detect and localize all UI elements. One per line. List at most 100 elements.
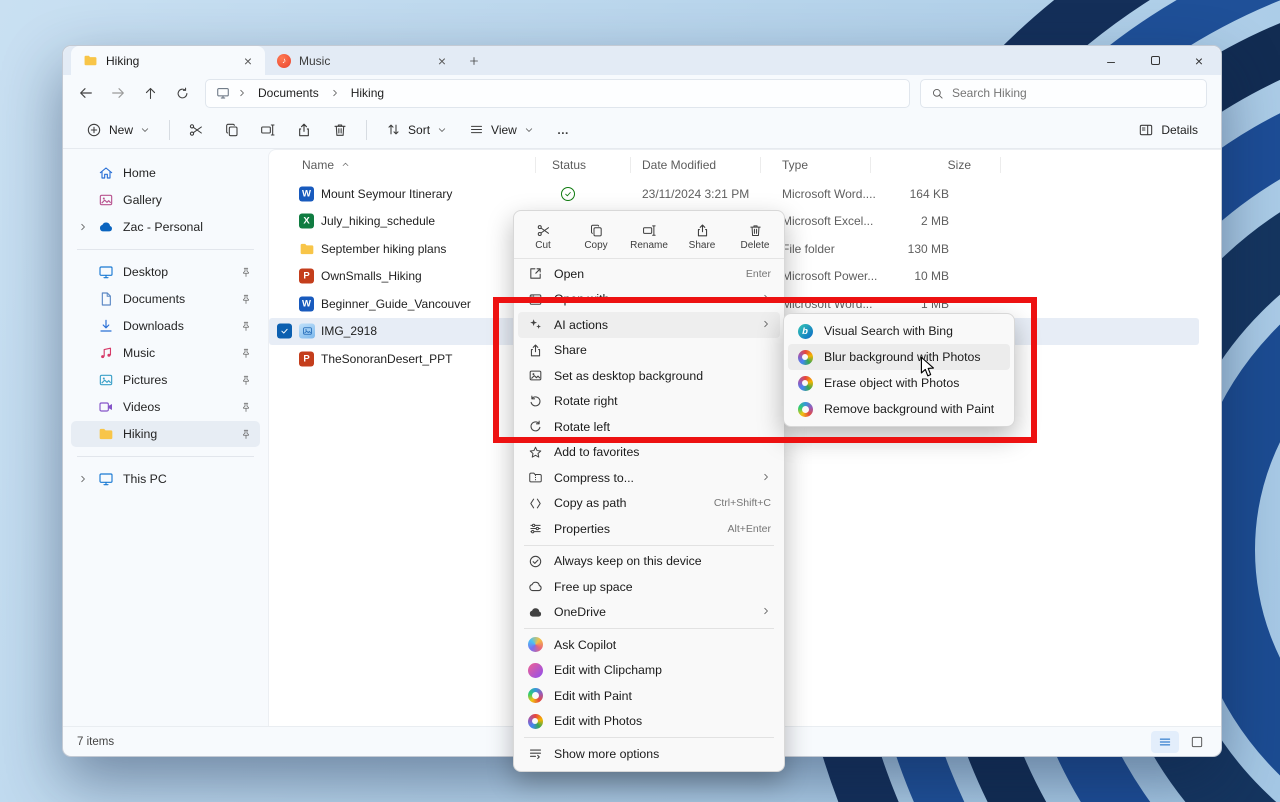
monitor-icon <box>98 264 114 280</box>
tab-music[interactable]: ♪ Music × <box>265 46 459 75</box>
breadcrumb-hiking[interactable]: Hiking <box>347 84 388 102</box>
breadcrumb[interactable]: Documents Hiking <box>205 79 910 108</box>
sidebar-item-videos[interactable]: Videos <box>71 394 260 420</box>
sort-button[interactable]: Sort <box>377 115 456 145</box>
sidebar-item-hiking[interactable]: Hiking <box>71 421 260 447</box>
menu-item-edit-with-clipchamp[interactable]: Edit with Clipchamp <box>518 658 780 684</box>
menu-item-free-up-space[interactable]: Free up space <box>518 574 780 600</box>
tab-label: Hiking <box>106 54 139 68</box>
file-size: 130 MB <box>839 242 949 256</box>
copy-button[interactable]: Copy <box>572 217 620 257</box>
open-icon <box>528 266 543 281</box>
desktop: Hiking × ♪ Music × – × <box>0 0 1280 802</box>
new-button[interactable]: New <box>77 115 159 145</box>
file-row[interactable]: W Mount Seymour Itinerary 23/11/2024 3:2… <box>269 180 1199 208</box>
column-header-date-modified[interactable]: Date Modified <box>642 158 716 172</box>
share-icon <box>296 122 312 138</box>
column-header-name[interactable]: Name <box>302 158 334 172</box>
checked-checkbox[interactable] <box>277 324 292 339</box>
menu-item-onedrive[interactable]: OneDrive <box>518 600 780 626</box>
cut-button[interactable] <box>180 115 212 145</box>
sidebar-item-this-pc[interactable]: This PC <box>71 466 260 492</box>
word-file-icon: W <box>299 296 314 311</box>
share-button[interactable] <box>288 115 320 145</box>
menu-item-properties[interactable]: Properties Alt+Enter <box>518 516 780 542</box>
tab-close-icon[interactable]: × <box>239 53 257 69</box>
menu-item-edit-with-paint[interactable]: Edit with Paint <box>518 683 780 709</box>
view-label: View <box>491 123 517 137</box>
maximize-button[interactable] <box>1133 46 1177 75</box>
file-name: OwnSmalls_Hiking <box>321 269 422 283</box>
sidebar-item-desktop[interactable]: Desktop <box>71 259 260 285</box>
sidebar-separator <box>77 249 254 250</box>
rename-button[interactable]: Rename <box>625 217 673 257</box>
sidebar-item-onedrive-personal[interactable]: Zac - Personal <box>71 214 260 240</box>
file-name: Beginner_Guide_Vancouver <box>321 297 471 311</box>
rename-button[interactable] <box>252 115 284 145</box>
word-file-icon: W <box>299 186 314 201</box>
sidebar-item-label: Desktop <box>123 265 168 279</box>
folder-icon <box>98 426 114 442</box>
column-header-size[interactable]: Size <box>911 158 971 172</box>
sidebar-item-downloads[interactable]: Downloads <box>71 313 260 339</box>
close-button[interactable]: × <box>1177 46 1221 75</box>
pin-icon <box>240 428 252 440</box>
sidebar-separator <box>77 456 254 457</box>
back-button[interactable] <box>71 79 101 107</box>
sidebar-item-documents[interactable]: Documents <box>71 286 260 312</box>
menu-item-open[interactable]: Open Enter <box>518 261 780 287</box>
location-icon <box>216 86 230 100</box>
image-file-icon <box>299 324 315 339</box>
large-icons-view-toggle[interactable] <box>1183 731 1211 753</box>
sidebar-item-label: Music <box>123 346 155 360</box>
menu-item-add-to-favorites[interactable]: Add to favorites <box>518 440 780 466</box>
column-header-type[interactable]: Type <box>782 158 808 172</box>
view-button[interactable]: View <box>460 115 543 145</box>
column-header-status[interactable]: Status <box>541 158 597 172</box>
chevron-right-icon <box>78 222 88 232</box>
minimize-button[interactable]: – <box>1089 46 1133 75</box>
tab-hiking[interactable]: Hiking × <box>71 46 265 75</box>
sidebar-item-home[interactable]: Home <box>71 160 260 186</box>
delete-button[interactable]: Delete <box>731 217 779 257</box>
menu-item-ask-copilot[interactable]: Ask Copilot <box>518 632 780 658</box>
search-icon <box>931 87 944 100</box>
search-input[interactable] <box>952 86 1196 100</box>
sidebar-item-label: Gallery <box>123 193 162 207</box>
cut-button[interactable]: Cut <box>519 217 567 257</box>
tab-label: Music <box>299 54 330 68</box>
check-circle-icon <box>528 554 543 569</box>
search-box[interactable] <box>920 79 1207 108</box>
share-button[interactable]: Share <box>678 217 726 257</box>
menu-item-show-more-options[interactable]: Show more options <box>518 741 780 767</box>
sidebar-item-music[interactable]: Music <box>71 340 260 366</box>
chevron-down-icon <box>524 125 534 135</box>
menu-item-edit-with-photos[interactable]: Edit with Photos <box>518 709 780 735</box>
menu-item-copy-as-path[interactable]: Copy as path Ctrl+Shift+C <box>518 491 780 517</box>
menu-item-always-keep-on-device[interactable]: Always keep on this device <box>518 549 780 575</box>
sidebar-item-gallery[interactable]: Gallery <box>71 187 260 213</box>
sidebar-item-pictures[interactable]: Pictures <box>71 367 260 393</box>
details-view-toggle[interactable] <box>1151 731 1179 753</box>
folder-icon <box>83 53 98 68</box>
tab-close-icon[interactable]: × <box>433 53 451 69</box>
delete-button[interactable] <box>324 115 356 145</box>
forward-button[interactable] <box>103 79 133 107</box>
excel-file-icon: X <box>299 214 314 229</box>
sidebar-item-label: Documents <box>123 292 185 306</box>
breadcrumb-documents[interactable]: Documents <box>254 84 323 102</box>
file-size: 10 MB <box>839 269 949 283</box>
context-menu: Cut Copy Rename Share Delete Open Enter … <box>513 210 785 772</box>
details-pane-button[interactable]: Details <box>1129 115 1207 145</box>
more-options-button[interactable]: … <box>547 115 579 145</box>
copy-button[interactable] <box>216 115 248 145</box>
new-tab-button[interactable] <box>459 46 489 75</box>
menu-item-compress-to[interactable]: Compress to... <box>518 465 780 491</box>
up-button[interactable] <box>135 79 165 107</box>
command-toolbar: New Sort View … De <box>63 111 1221 149</box>
red-annotation-rectangle <box>493 297 1037 443</box>
home-icon <box>98 165 114 181</box>
chevron-right-icon <box>78 474 88 484</box>
refresh-button[interactable] <box>167 79 197 107</box>
shortcut-label: Enter <box>746 268 771 280</box>
